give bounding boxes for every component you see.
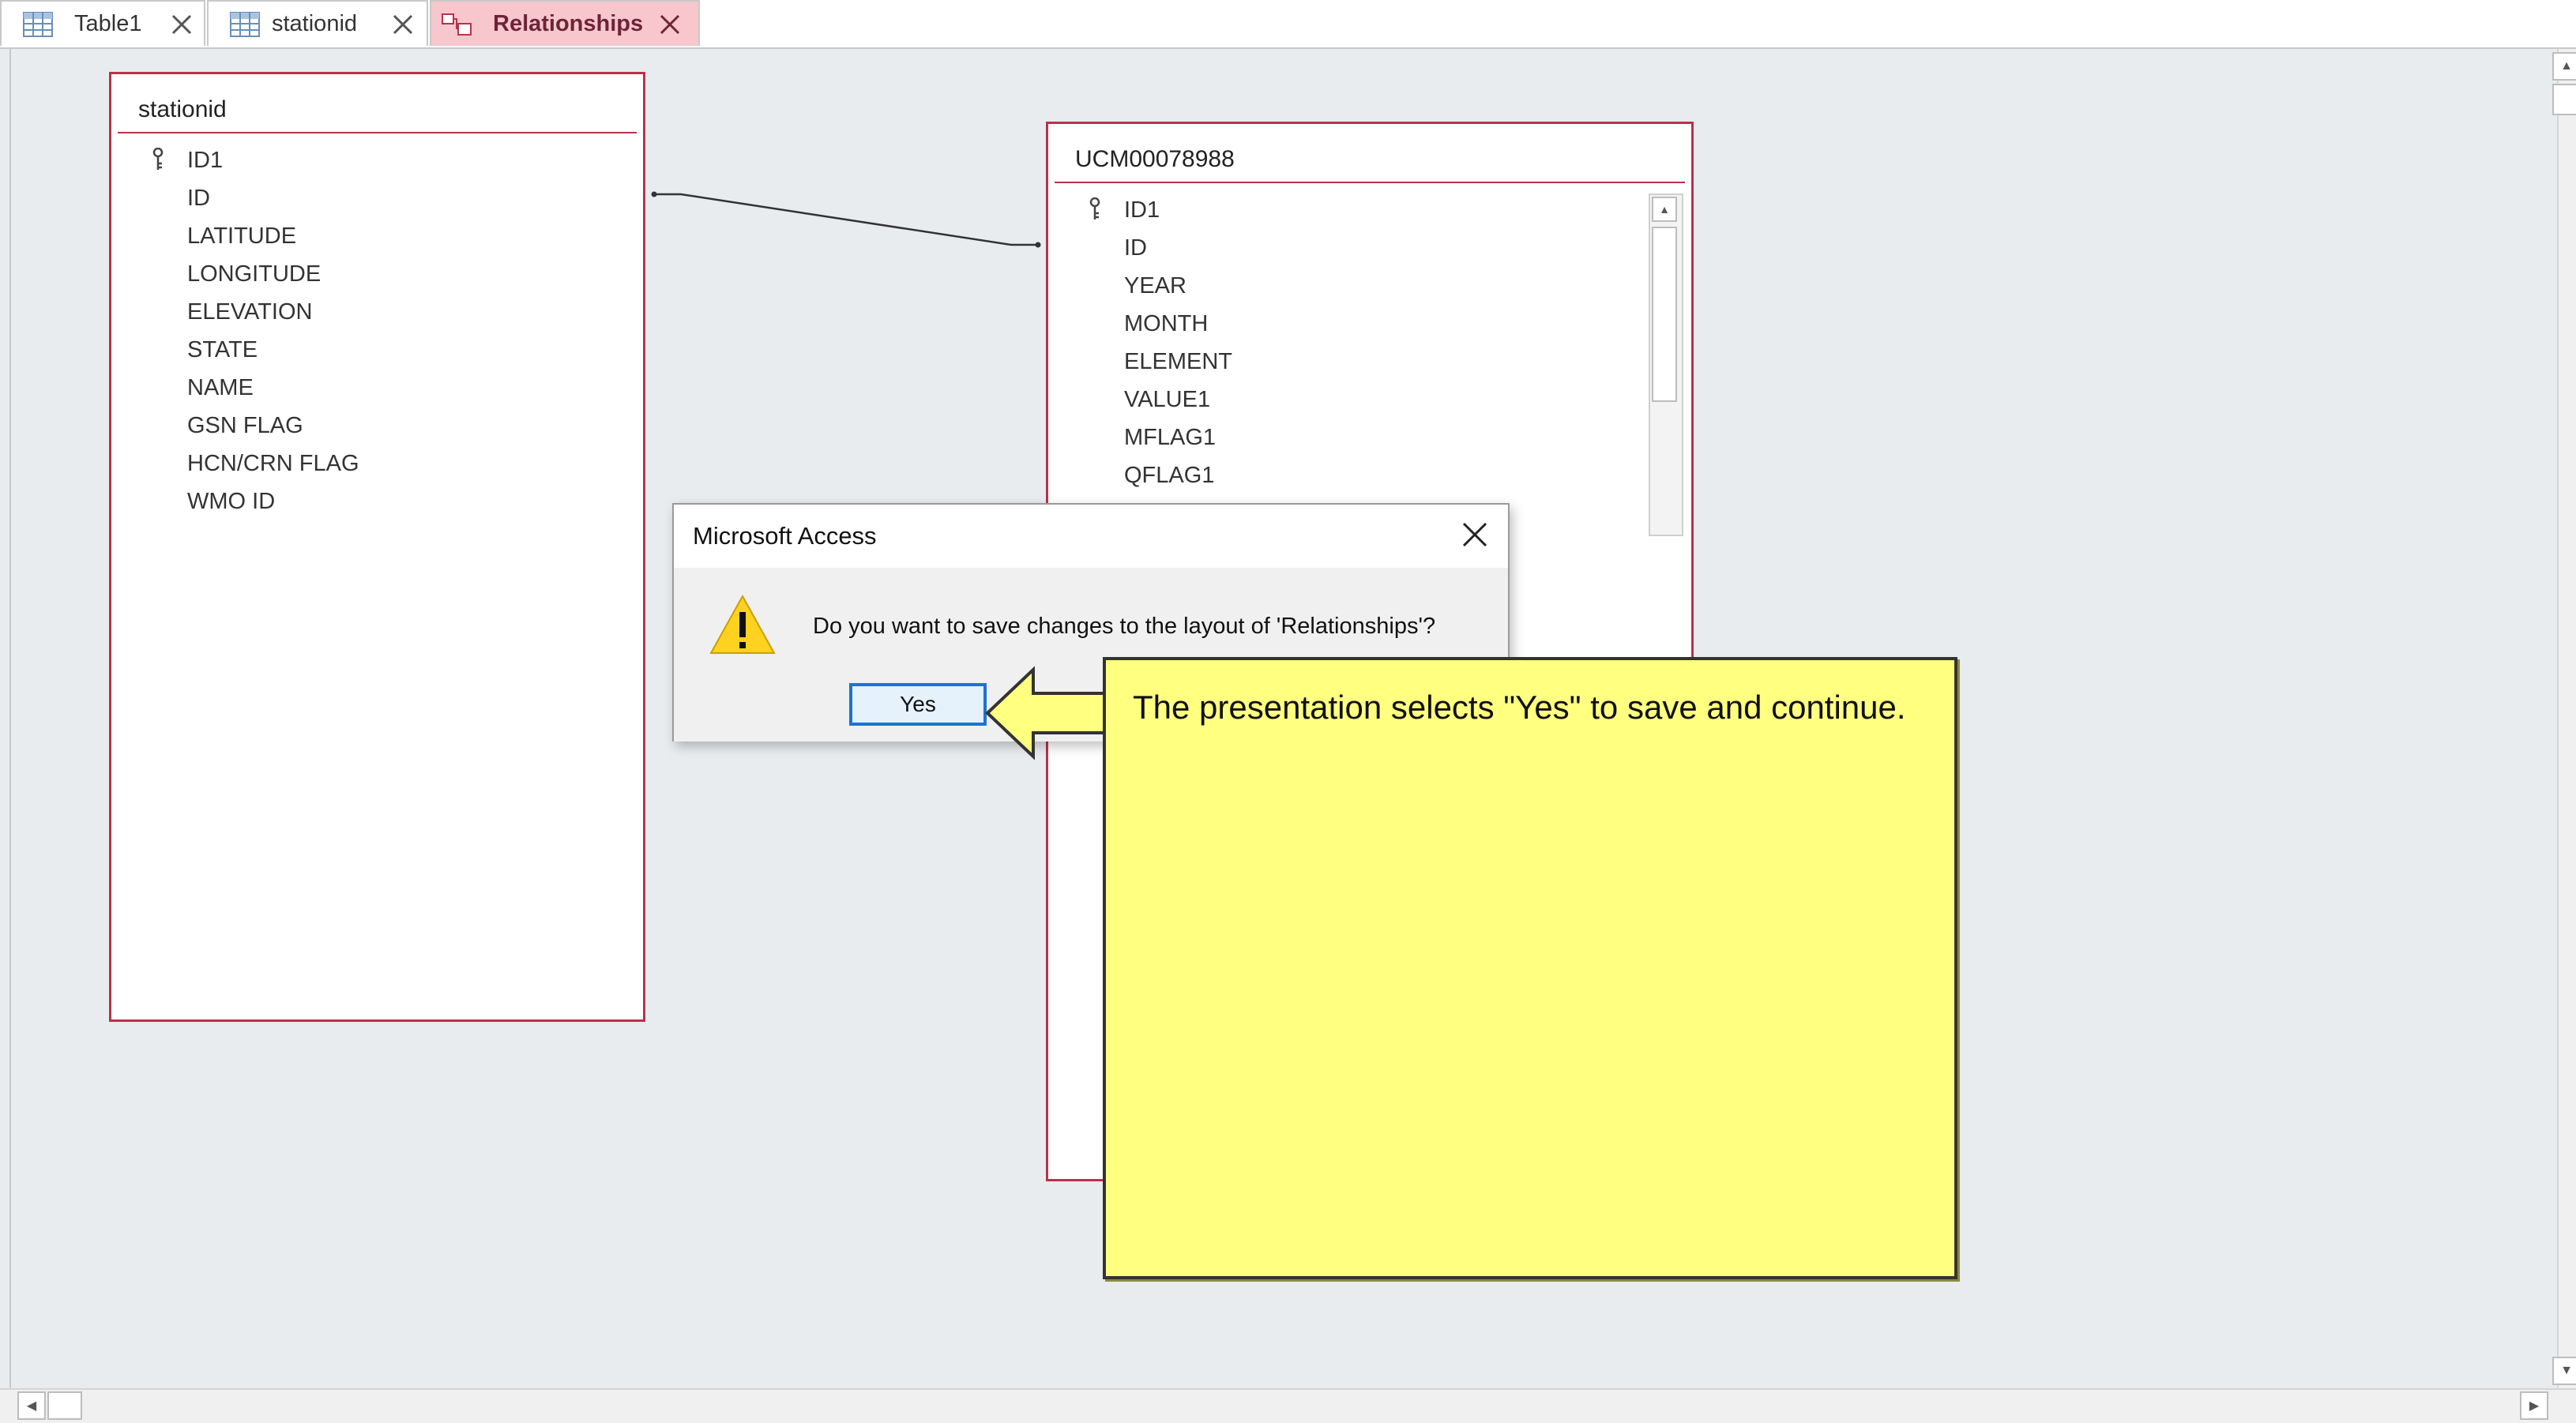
table-icon <box>23 12 53 37</box>
close-icon[interactable] <box>1459 519 1491 550</box>
table-title[interactable]: stationid <box>118 74 637 133</box>
close-icon[interactable] <box>659 13 681 36</box>
tab-label: stationid <box>272 10 358 36</box>
callout-text: The presentation selects "Yes" to save a… <box>1133 689 1906 726</box>
field-item[interactable]: LONGITUDE <box>111 255 643 293</box>
callout-arrow-icon <box>985 666 1111 760</box>
warning-icon <box>709 594 776 654</box>
field-list: ID1 ID YEAR MONTH ELEMENT VALUE1 MFLAG1 … <box>1048 183 1691 494</box>
field-item[interactable]: LATITUDE <box>111 217 643 255</box>
scroll-up-arrow-icon[interactable]: ▲ <box>1652 197 1677 222</box>
document-tab-bar: Table1 stationid Relationships <box>0 0 2576 49</box>
table-icon <box>230 12 260 37</box>
scroll-down-arrow-icon[interactable]: ▼ <box>2552 1357 2576 1385</box>
horizontal-scrollbar[interactable]: ◀ ▶ <box>0 1388 2576 1423</box>
field-item[interactable]: GSN FLAG <box>111 407 643 445</box>
field-item[interactable]: ELEMENT <box>1048 343 1691 381</box>
close-icon[interactable] <box>392 13 414 36</box>
scroll-up-arrow-icon[interactable]: ▲ <box>2552 52 2576 81</box>
dialog-title: Microsoft Access <box>693 522 877 550</box>
tab-table1[interactable]: Table1 <box>0 0 205 46</box>
close-icon[interactable] <box>171 13 193 36</box>
field-item[interactable]: MONTH <box>1048 305 1691 343</box>
yes-button[interactable]: Yes <box>849 683 987 726</box>
field-list: ID1 ID LATITUDE LONGITUDE ELEVATION STAT… <box>111 133 643 520</box>
key-icon <box>1089 197 1100 220</box>
vertical-scrollbar[interactable]: ▲ ▼ <box>2552 49 2576 1388</box>
tutorial-callout: The presentation selects "Yes" to save a… <box>1103 657 1957 1279</box>
scroll-thumb[interactable] <box>2552 84 2576 115</box>
field-item[interactable]: ID <box>1048 229 1691 267</box>
field-list-scrollbar[interactable]: ▲ <box>1649 193 1683 536</box>
dialog-message: Do you want to save changes to the layou… <box>813 614 1436 639</box>
scroll-thumb[interactable] <box>47 1391 82 1420</box>
field-item[interactable]: VALUE1 <box>1048 381 1691 419</box>
field-item[interactable]: STATE <box>111 331 643 369</box>
field-item[interactable]: ID1 <box>111 141 643 179</box>
field-item[interactable]: YEAR <box>1048 267 1691 305</box>
tab-stationid[interactable]: stationid <box>207 0 428 46</box>
field-item[interactable]: QFLAG1 <box>1048 456 1691 494</box>
table-box-stationid[interactable]: stationid ID1 ID LATITUDE LONGITUDE ELEV… <box>109 72 645 1022</box>
field-item[interactable]: ELEVATION <box>111 293 643 331</box>
scroll-right-arrow-icon[interactable]: ▶ <box>2520 1391 2548 1420</box>
scroll-thumb[interactable] <box>1652 227 1677 402</box>
relationships-icon <box>442 13 472 36</box>
field-item[interactable]: NAME <box>111 369 643 407</box>
table-title[interactable]: UCM00078988 <box>1055 124 1685 183</box>
tab-relationships[interactable]: Relationships <box>430 0 700 46</box>
field-item[interactable]: HCN/CRN FLAG <box>111 445 643 482</box>
scroll-left-arrow-icon[interactable]: ◀ <box>17 1391 46 1420</box>
tab-label: Relationships <box>493 10 644 36</box>
tab-label: Table1 <box>74 10 142 36</box>
field-item[interactable]: ID1 <box>1048 191 1691 229</box>
field-item[interactable]: WMO ID <box>111 482 643 520</box>
key-icon <box>152 148 164 170</box>
field-item[interactable]: MFLAG1 <box>1048 419 1691 456</box>
field-item[interactable]: ID <box>111 179 643 217</box>
